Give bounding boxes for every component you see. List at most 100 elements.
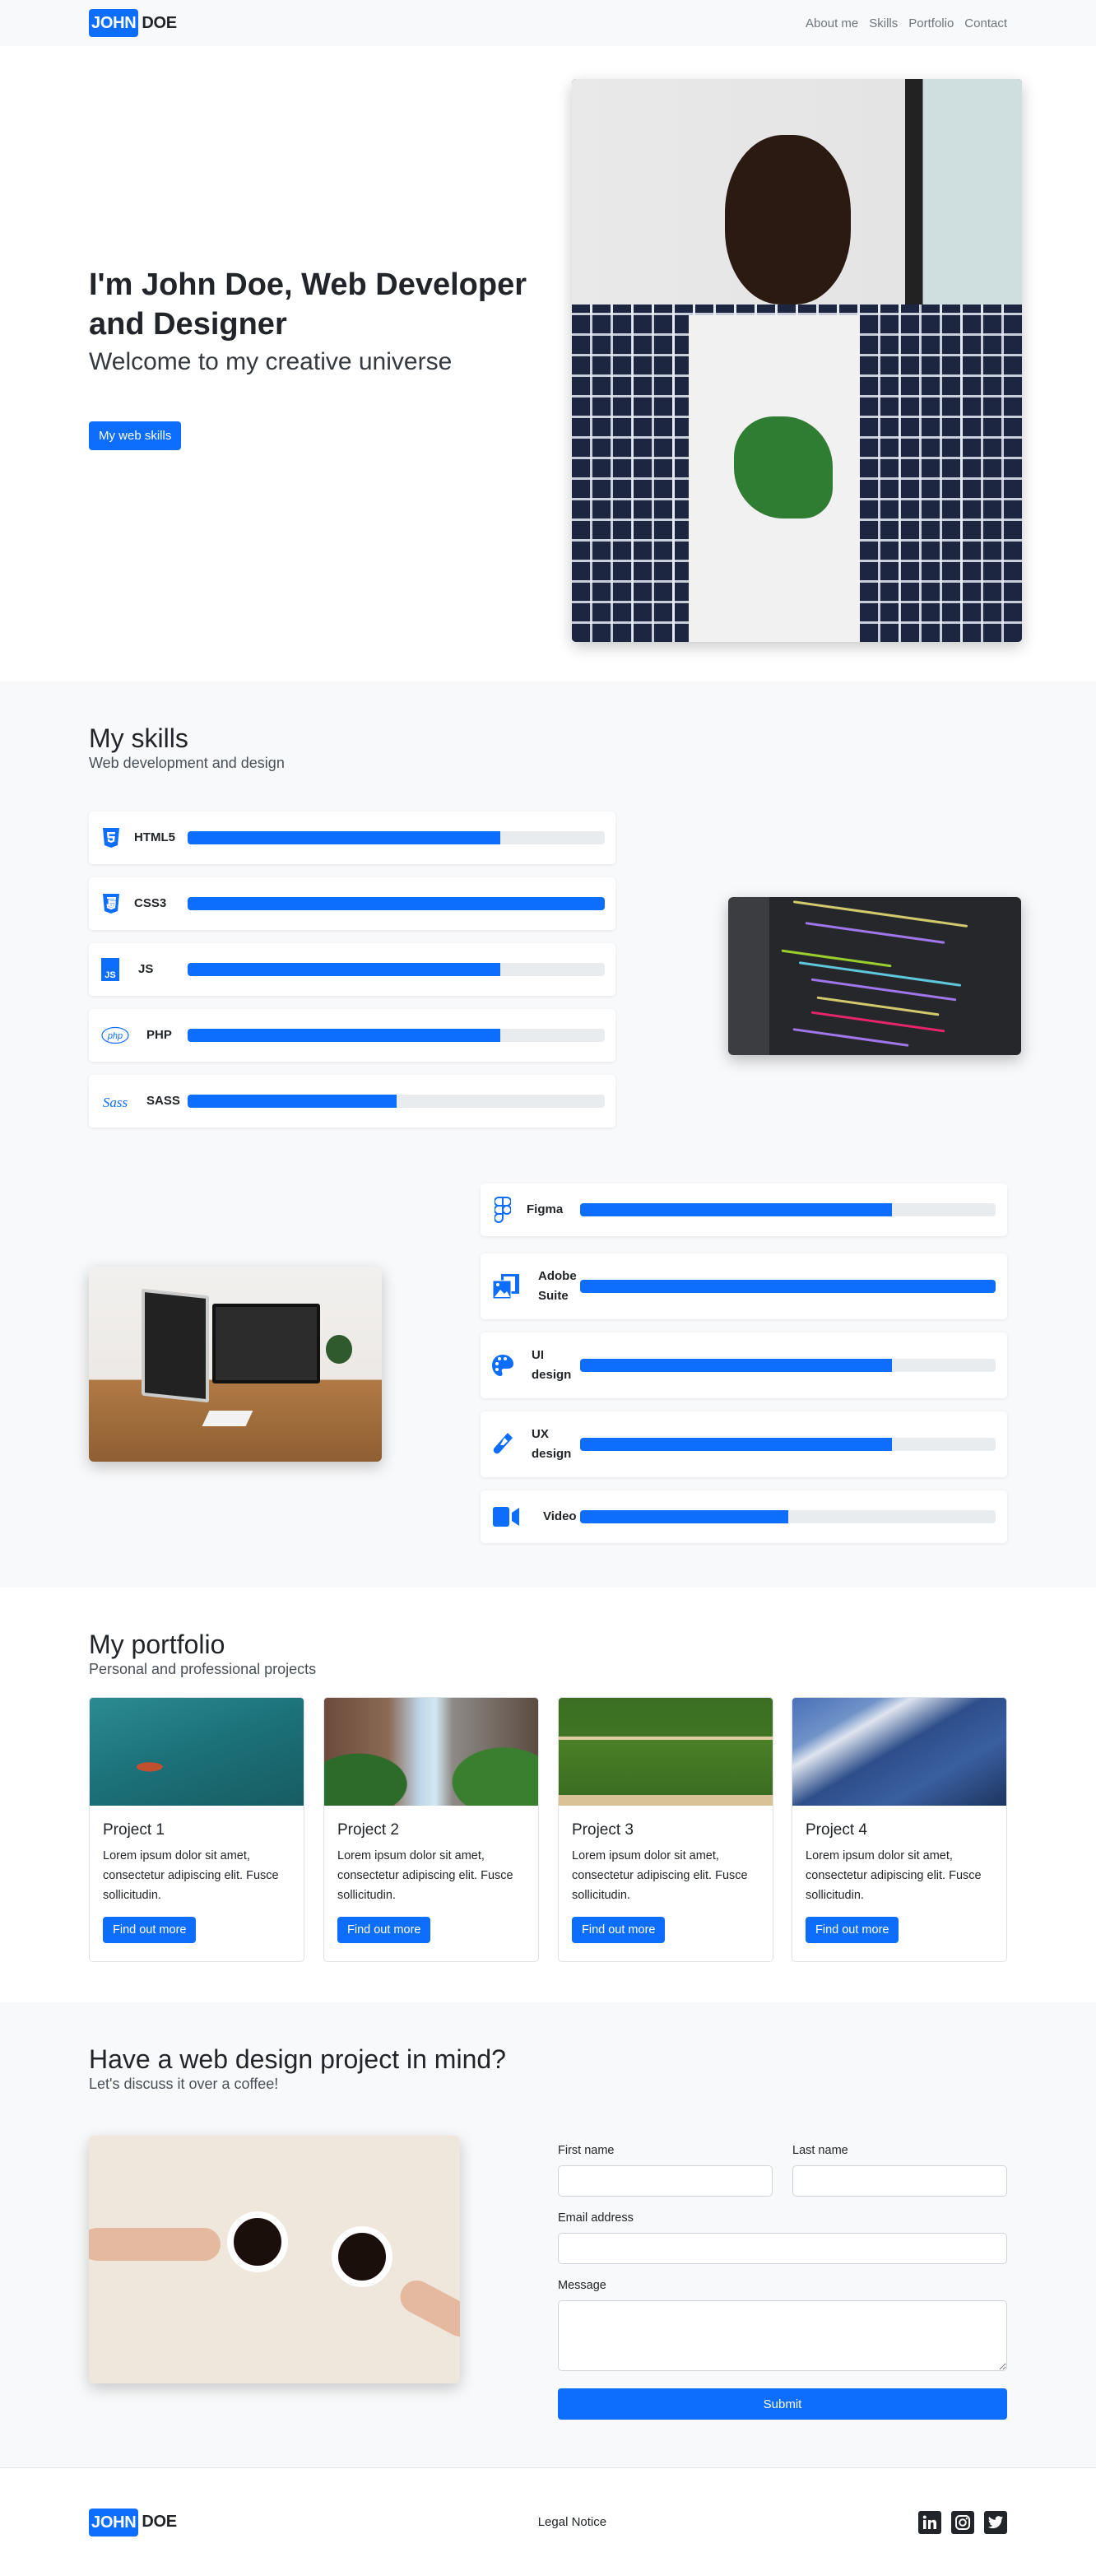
skills-section: My skills Web development and design HTM… <box>0 681 1096 1588</box>
skill-progress-bar <box>580 1280 996 1293</box>
nav-item-about[interactable]: About me <box>806 16 858 30</box>
skill-name: Figma <box>527 1202 564 1216</box>
first-name-label: First name <box>558 2144 615 2157</box>
find-out-more-button[interactable]: Find out more <box>572 1917 666 1943</box>
skill-progress-fill <box>580 1359 892 1372</box>
skill-card-html5: HTML5 <box>89 811 615 864</box>
js-icon: JS <box>99 957 123 982</box>
images-icon <box>490 1274 523 1300</box>
skill-name: CSS3 <box>134 896 167 910</box>
skill-card-adobe-suite: Adobe Suite <box>481 1253 1007 1319</box>
nav-item-portfolio[interactable]: Portfolio <box>908 16 954 30</box>
video-camera-icon <box>490 1504 523 1529</box>
hero-title: I'm John Doe, Web Developer and Designer <box>89 267 527 342</box>
skill-progress-bar <box>188 1029 605 1042</box>
email-label: Email address <box>558 2211 634 2225</box>
figma-icon <box>490 1197 515 1223</box>
brand-logo[interactable]: JOHN DOE <box>89 9 177 37</box>
brand-first: JOHN <box>89 9 139 37</box>
photo-head <box>724 135 852 305</box>
message-label: Message <box>558 2279 606 2292</box>
nav-item-contact[interactable]: Contact <box>964 16 1007 30</box>
portrait-photo <box>572 79 1022 642</box>
footer-brand-logo[interactable]: JOHN DOE <box>89 2508 177 2536</box>
photo-shirt-logo <box>733 416 834 518</box>
skill-card-ui-design: UI design <box>481 1332 1007 1398</box>
skill-card-php: php PHP <box>89 1009 615 1062</box>
message-textarea[interactable] <box>558 2300 1007 2371</box>
portfolio-section: My portfolio Personal and professional p… <box>0 1588 1096 2002</box>
skill-card-ux-design: UX design <box>481 1411 1007 1477</box>
skill-progress-fill <box>580 1280 996 1293</box>
project-title: Project 4 <box>806 1821 867 1839</box>
legal-notice-link[interactable]: Legal Notice <box>538 2515 606 2529</box>
svg-text:Sass: Sass <box>103 1095 128 1110</box>
skill-progress-fill <box>188 1029 501 1042</box>
skill-name: JS <box>138 962 154 976</box>
project-text: Lorem ipsum dolor sit amet, consectetur … <box>806 1849 982 1902</box>
skill-progress-fill <box>580 1438 892 1451</box>
code-screenshot-image <box>728 897 1021 1055</box>
project-card: Project 4 Lorem ipsum dolor sit amet, co… <box>792 1697 1007 1962</box>
skills-subtitle: Web development and design <box>89 755 285 771</box>
coffee-cup-right <box>332 2226 392 2287</box>
svg-text:JS: JS <box>104 970 115 980</box>
coffee-cup-left <box>227 2211 288 2272</box>
linkedin-icon[interactable] <box>918 2510 941 2534</box>
plant <box>326 1334 353 1365</box>
monitor-left <box>142 1288 209 1403</box>
contact-title: Have a web design project in mind? <box>89 2044 506 2074</box>
find-out-more-button[interactable]: Find out more <box>103 1917 197 1943</box>
email-input[interactable] <box>558 2233 1007 2264</box>
skill-progress-bar <box>188 963 605 976</box>
skill-progress-fill <box>188 897 605 910</box>
project-text: Lorem ipsum dolor sit amet, consectetur … <box>572 1849 748 1902</box>
my-web-skills-button[interactable]: My web skills <box>89 421 182 450</box>
skill-name: SASS <box>146 1094 180 1108</box>
skill-progress-bar <box>580 1510 996 1523</box>
workspace-image <box>89 1267 382 1462</box>
footer: JOHN DOE Legal Notice <box>0 2467 1096 2576</box>
last-name-input[interactable] <box>792 2165 1007 2197</box>
project-title: Project 3 <box>572 1821 634 1839</box>
skill-progress-fill <box>188 831 501 844</box>
find-out-more-button[interactable]: Find out more <box>337 1917 431 1943</box>
project-image-mountain <box>792 1698 1006 1806</box>
php-icon: php <box>99 1023 132 1048</box>
brand-last: DOE <box>142 13 177 32</box>
svg-text:php: php <box>107 1031 123 1041</box>
last-name-label: Last name <box>792 2144 848 2157</box>
skill-progress-fill <box>580 1203 892 1216</box>
skill-progress-bar <box>580 1359 996 1372</box>
skills-title: My skills <box>89 723 188 753</box>
main-nav: About me Skills Portfolio Contact <box>806 16 1007 30</box>
twitter-icon[interactable] <box>984 2510 1007 2534</box>
palette-icon <box>490 1353 515 1378</box>
skill-progress-bar <box>580 1203 996 1216</box>
project-card: Project 3 Lorem ipsum dolor sit amet, co… <box>558 1697 773 1962</box>
find-out-more-button[interactable]: Find out more <box>806 1917 899 1943</box>
skill-progress-fill <box>188 963 501 976</box>
skill-card-figma: Figma <box>481 1183 1007 1236</box>
right-arm <box>394 2274 460 2343</box>
skill-progress-bar <box>188 1095 605 1108</box>
project-card: Project 1 Lorem ipsum dolor sit amet, co… <box>89 1697 304 1962</box>
first-name-input[interactable] <box>558 2165 773 2197</box>
project-text: Lorem ipsum dolor sit amet, consectetur … <box>337 1849 513 1902</box>
skill-progress-fill <box>188 1095 397 1108</box>
submit-button[interactable]: Submit <box>558 2388 1007 2420</box>
project-text: Lorem ipsum dolor sit amet, consectetur … <box>103 1849 279 1902</box>
skill-progress-fill <box>580 1510 788 1523</box>
skill-name: UX design <box>532 1427 572 1461</box>
social-links <box>918 2510 1007 2534</box>
project-card: Project 2 Lorem ipsum dolor sit amet, co… <box>323 1697 539 1962</box>
instagram-icon[interactable] <box>951 2510 974 2534</box>
skill-name: UI design <box>532 1348 572 1382</box>
skill-card-video: Video <box>481 1490 1007 1543</box>
project-image-boat <box>90 1698 304 1806</box>
skill-name: PHP <box>146 1028 172 1042</box>
nav-item-skills[interactable]: Skills <box>869 16 898 30</box>
contact-section: Have a web design project in mind? Let's… <box>0 2002 1096 2467</box>
skill-progress-bar <box>188 897 605 910</box>
css3-icon <box>99 891 123 916</box>
